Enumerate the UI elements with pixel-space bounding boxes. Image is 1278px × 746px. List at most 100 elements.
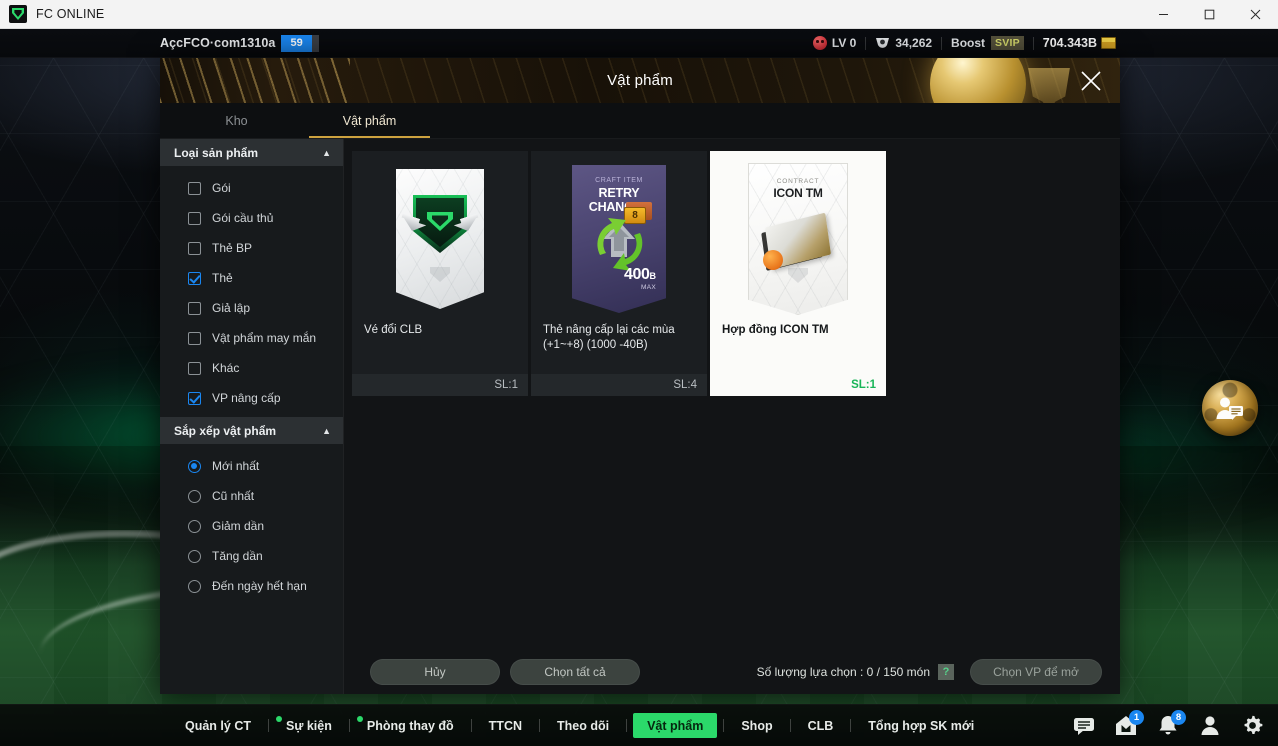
filter-section-title: Loại sản phẩm [174,145,259,160]
filter-option-the[interactable]: Thẻ [160,263,343,293]
account-info[interactable]: AçcFCO·com1310a 59 [160,34,319,52]
item-card-ve-doi-clb[interactable]: Vé đổi CLB SL:1 [352,151,528,396]
boost-label[interactable]: Boost [951,36,985,50]
price-note: MAX [641,284,656,291]
modal-body: Loại sản phẩm ▲ Gói Gói cầu thủ Thẻ BP T… [160,139,1120,694]
nav-label: CLB [807,718,834,733]
filter-option-khac[interactable]: Khác [160,353,343,383]
notification-badge: 8 [1171,709,1186,725]
home-mail-icon[interactable]: 1 [1114,709,1144,738]
chat-icon[interactable] [1072,714,1096,738]
coin-amount: 34,262 [895,36,933,50]
filter-label: Vật phẩm may mắn [212,331,317,345]
item-artwork [352,151,528,321]
item-card-hop-dong-icon-tm[interactable]: CONTRACT ICON TM Hợp đồng ICON TM SL:1 [710,151,886,396]
checkbox-icon-checked[interactable] [188,391,201,405]
radio-icon[interactable] [188,489,201,503]
radio-icon-selected[interactable] [188,459,201,473]
fc-logo-icon [427,211,453,231]
help-icon[interactable]: ? [938,663,954,680]
close-icon[interactable] [1232,0,1278,29]
checkbox-icon[interactable] [188,211,201,225]
fc-logo-icon [9,5,27,23]
sort-label: Tăng dần [212,549,263,563]
divider [941,36,943,50]
icon-tm-contract-icon: CONTRACT ICON TM [748,163,848,315]
gear-icon[interactable] [1240,714,1264,738]
radio-icon[interactable] [188,519,201,533]
filter-option-gia-lap[interactable]: Giả lập [160,293,343,323]
page-title: Vật phẩm [607,72,673,89]
checkbox-icon-checked[interactable] [188,271,201,285]
item-footer: SL:1 [352,374,528,396]
account-level-bar [311,34,319,52]
chevron-up-icon[interactable]: ▲ [322,148,331,158]
price-unit: B [649,271,657,281]
nav-item-phong-thay-do[interactable]: Phòng thay đồ [350,714,471,738]
chevron-up-icon[interactable]: ▲ [322,426,331,436]
nav-item-quan-ly-ct[interactable]: Quản lý CT [168,714,268,738]
sort-label: Đến ngày hết hạn [212,579,307,593]
notification-dot-icon [275,715,282,722]
sort-option-moi-nhat[interactable]: Mới nhất [160,451,343,481]
club-ticket-pack-icon [396,169,484,309]
divider [1032,36,1034,50]
nav-item-tong-hop-sk-moi[interactable]: Tổng hợp SK mới [851,714,991,738]
cancel-button[interactable]: Hủy [370,658,500,685]
filter-label: Thẻ BP [212,241,253,255]
nav-item-su-kien[interactable]: Sự kiện [269,714,349,738]
minimize-icon[interactable] [1140,0,1186,29]
close-icon[interactable] [1072,62,1110,100]
checkbox-icon[interactable] [188,331,201,345]
filter-label: VP nâng cấp [212,391,281,405]
item-quantity: SL:4 [673,379,697,391]
radio-icon[interactable] [188,549,201,563]
filter-option-vat-pham-may-man[interactable]: Vật phẩm may mắn [160,323,343,353]
nav-item-ttcn[interactable]: TTCN [472,714,539,738]
person-chat-icon[interactable] [1202,380,1258,436]
divider [626,719,628,732]
profile-icon[interactable] [1198,714,1222,738]
tab-vat-pham[interactable]: Vật phẩm [303,103,436,138]
bottom-navigation: Quản lý CT Sự kiện Phòng thay đồ TTCN Th… [0,704,1278,746]
checkbox-icon[interactable] [188,301,201,315]
nav-label: Shop [741,718,773,733]
open-items-button[interactable]: Chọn VP để mở [970,658,1102,685]
sort-option-giam-dan[interactable]: Giảm dần [160,511,343,541]
sort-option-tang-dan[interactable]: Tăng dần [160,541,343,571]
currency-area: LV 0 34,262 Boost SVIP 704.343B [812,29,1116,58]
sort-section-header[interactable]: Sắp xếp vật phẩm ▲ [160,417,343,444]
sad-face-icon [812,36,827,50]
nav-label: Vật phẩm [647,718,704,733]
filter-option-goi-cau-thu[interactable]: Gói cầu thủ [160,203,343,233]
item-quantity: SL:1 [851,379,876,391]
retry-chances-card-icon: CRAFT ITEM RETRY CHANCES 8 400B MAX [572,165,666,313]
modal-tabs: Kho Vật phẩm [160,103,1120,139]
nav-item-clb[interactable]: CLB [791,714,851,738]
sort-option-cu-nhat[interactable]: Cũ nhất [160,481,343,511]
filter-option-the-bp[interactable]: Thẻ BP [160,233,343,263]
filter-option-vp-nang-cap[interactable]: VP nâng cấp [160,383,343,413]
fc-watermark-icon [430,267,450,282]
window-controls [1140,0,1278,29]
checkbox-icon[interactable] [188,361,201,375]
sort-section-title: Sắp xếp vật phẩm [174,423,277,438]
checkbox-icon[interactable] [188,241,201,255]
item-card-retry-chances[interactable]: CRAFT ITEM RETRY CHANCES 8 400B MAX Thẻ … [531,151,707,396]
fc-watermark-icon [788,268,808,283]
nav-item-vat-pham[interactable]: Vật phẩm [633,713,718,738]
modal-footer-actions: Hủy Chọn tất cả Số lượng lựa chọn : 0 / … [344,649,1120,694]
checkbox-icon[interactable] [188,181,201,195]
nav-item-shop[interactable]: Shop [724,714,789,738]
sort-option-den-ngay-het-han[interactable]: Đến ngày hết hạn [160,571,343,601]
radio-icon[interactable] [188,579,201,593]
select-all-button[interactable]: Chọn tất cả [510,658,640,685]
coin-indicator[interactable]: 34,262 [875,36,932,50]
filter-option-goi[interactable]: Gói [160,173,343,203]
nav-item-theo-doi[interactable]: Theo dõi [540,714,626,738]
maximize-icon[interactable] [1186,0,1232,29]
bell-icon[interactable]: 8 [1156,709,1186,738]
filter-section-header[interactable]: Loại sản phẩm ▲ [160,139,343,166]
tab-kho[interactable]: Kho [170,103,303,138]
level-indicator[interactable]: LV 0 [812,36,856,50]
